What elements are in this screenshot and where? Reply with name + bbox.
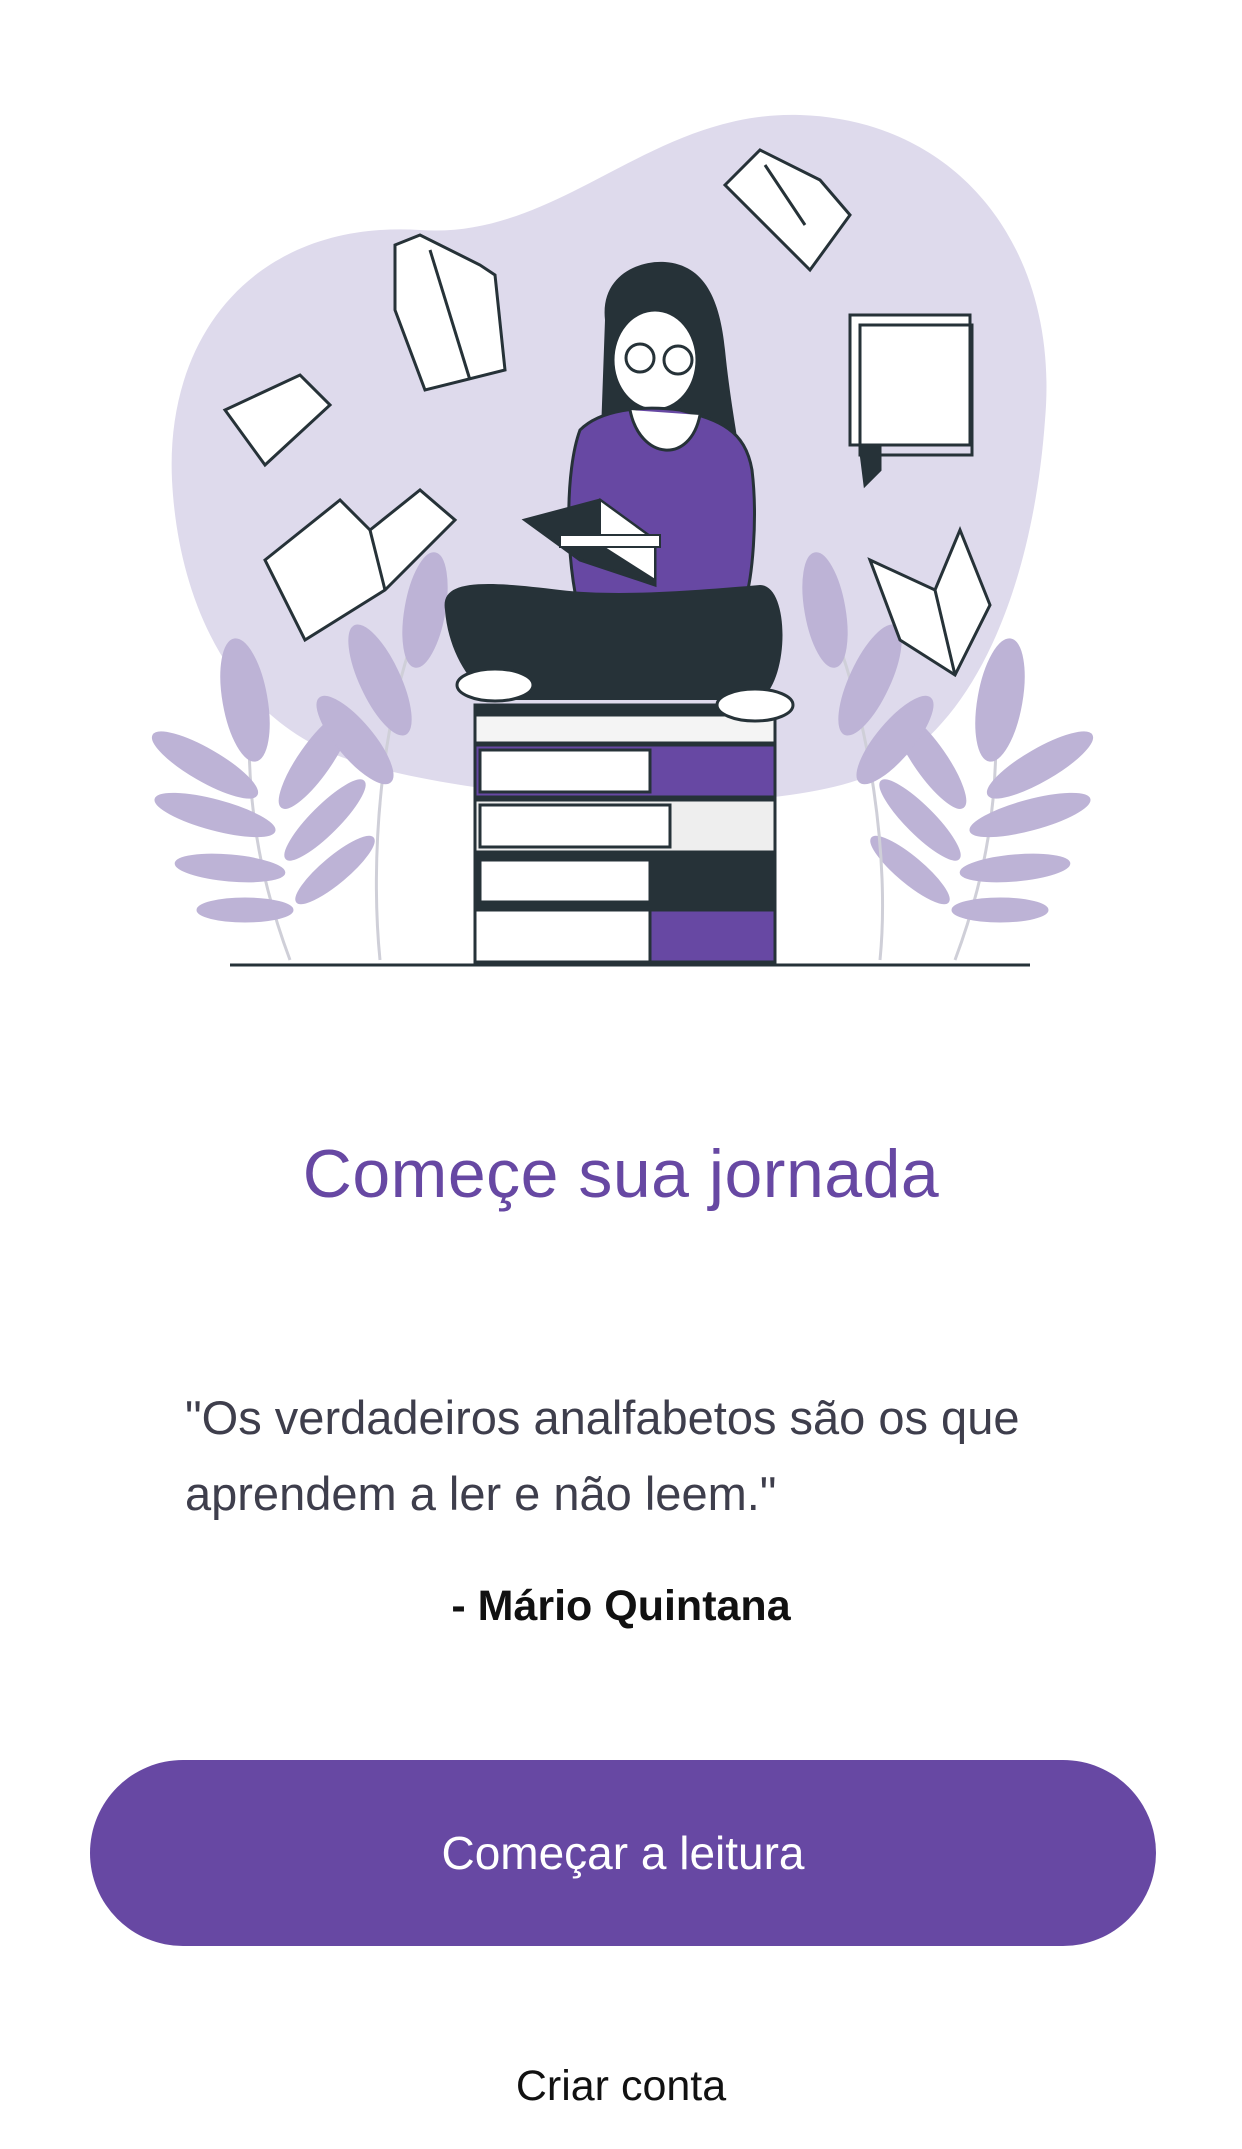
start-reading-button[interactable]: Começar a leitura [90, 1760, 1156, 1946]
hero-illustration [0, 0, 1242, 1000]
quote-author: - Mário Quintana [451, 1582, 791, 1630]
book-stack [473, 703, 777, 964]
create-account-link[interactable]: Criar conta [0, 2062, 1242, 2111]
quote-text: "Os verdadeiros analfabetos são os que a… [185, 1391, 1020, 1520]
page-title: Começe sua jornada [302, 1136, 940, 1212]
